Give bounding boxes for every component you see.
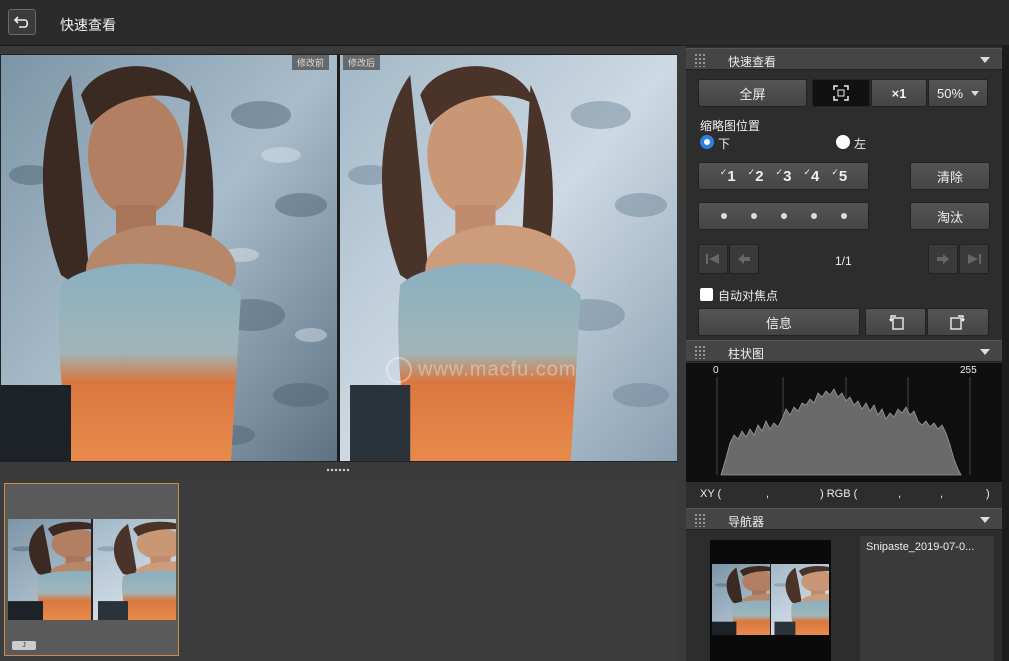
star-dot-4[interactable] [810,213,817,219]
filmstrip-thumbnail[interactable]: J [4,483,179,656]
prev-arrow-icon [738,254,750,264]
rgb-separator-1: , [898,488,902,500]
thumbnail-image [8,519,176,620]
rating-3-button[interactable]: ✓3 [776,167,792,185]
collapse-caret-icon[interactable] [980,57,990,63]
autofocus-label: 自动对焦点 [718,289,779,303]
first-image-button[interactable] [698,244,728,274]
rating-5-button[interactable]: ✓5 [831,167,847,185]
star-dot-5[interactable] [840,213,847,219]
star-dot-3[interactable] [780,213,787,219]
last-image-button[interactable] [959,244,989,274]
quickview-header-label: 快速查看 [728,55,777,69]
histogram-chart: 0 255 [686,363,1002,482]
right-panel: 快速查看 全屏 ×1 50% 缩略图位置 下 左 ✓1 ✓2 ✓3 ✓4 ✓5 … [686,46,1009,661]
after-image[interactable] [340,55,677,461]
watermark-logo-icon [386,357,412,383]
panel-splitter[interactable] [0,462,677,478]
filmstrip: J [0,478,677,661]
histogram-section-header[interactable]: 柱状图 [686,340,1002,362]
grip-icon [694,53,706,67]
histogram-graph [716,377,971,476]
zoom-1x-button[interactable]: ×1 [871,79,927,107]
page-title: 快速查看 [60,17,116,33]
radio-thumb-left[interactable] [836,135,850,149]
navigator-thumbnail[interactable] [710,540,831,661]
zoom-select-value: 50% [937,85,964,101]
fullscreen-button[interactable]: 全屏 [698,79,807,107]
next-arrow-icon [937,254,949,264]
info-button[interactable]: 信息 [698,308,860,336]
rating-buttons[interactable]: ✓1 ✓2 ✓3 ✓4 ✓5 [698,162,869,190]
xy-separator: , [766,488,770,500]
navigator-section-header[interactable]: 导航器 [686,508,1002,530]
star-dot-2[interactable] [750,213,757,219]
prev-image-button[interactable] [729,244,759,274]
navigator-image [712,564,829,635]
radio-thumb-bottom[interactable] [700,135,714,149]
rating-1-button[interactable]: ✓1 [720,167,736,185]
xy-label: XY ( [700,488,722,500]
reject-button[interactable]: 淘汰 [910,202,990,230]
rotate-right-icon [950,315,965,330]
image-preview-area[interactable]: 修改前 修改后 www.macfu.com [0,54,677,462]
radio-bottom-label: 下 [718,137,731,151]
radio-left-label: 左 [854,137,867,151]
rgb-separator-2: , [940,488,944,500]
grip-icon [694,513,706,527]
skip-first-icon [706,254,719,264]
clear-button[interactable]: 清除 [910,162,990,190]
star-dot-1[interactable] [720,213,727,219]
rating-4-button[interactable]: ✓4 [803,167,819,185]
back-button[interactable] [8,9,36,35]
rotate-left-icon [888,315,904,330]
rgb-close: ) [986,488,990,500]
thumb-position-label: 缩略图位置 [700,119,761,133]
collapse-caret-icon[interactable] [980,517,990,523]
grip-icon [694,345,706,359]
skip-last-icon [968,254,981,264]
zoom-select[interactable]: 50% [928,79,988,107]
rotate-left-button[interactable] [865,308,926,336]
watermark: www.macfu.com [386,357,577,383]
top-toolbar: 快速查看 [0,0,1009,46]
pixel-info-bar: XY ( , ) RGB ( , , ) [686,482,1002,506]
next-image-button[interactable] [928,244,958,274]
page-counter: 1/1 [835,254,852,268]
collapse-caret-icon[interactable] [980,349,990,355]
drag-grip-icon[interactable] [326,468,350,472]
navigator-panel: Snipaste_2019-07-0... [686,532,1002,661]
histogram-header-label: 柱状图 [728,347,765,361]
rating-2-button[interactable]: ✓2 [748,167,764,185]
fit-screen-button[interactable] [812,79,870,107]
window-edge [1002,46,1009,661]
autofocus-checkbox[interactable] [700,288,713,301]
rotate-right-button[interactable] [927,308,989,336]
file-type-badge: J [12,641,36,650]
before-image[interactable] [1,55,337,461]
rgb-label: ) RGB ( [820,488,858,500]
after-tag: 修改后 [343,55,381,70]
back-arrow-icon [14,16,29,28]
quickview-section-header[interactable]: 快速查看 [686,48,1002,70]
navigator-filename[interactable]: Snipaste_2019-07-0... [860,536,994,661]
before-tag: 修改前 [292,55,330,70]
navigator-header-label: 导航器 [728,515,765,529]
star-rating-dots[interactable] [698,202,869,230]
dropdown-arrow-icon [971,91,979,96]
fit-screen-icon [833,85,849,101]
